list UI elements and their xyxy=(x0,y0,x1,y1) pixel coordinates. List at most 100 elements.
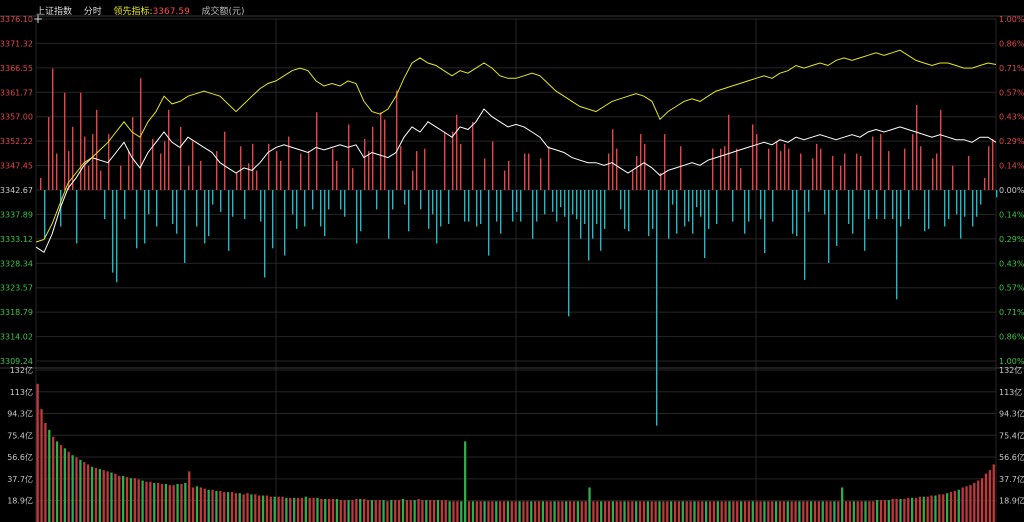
volume-bar xyxy=(844,501,848,522)
diff-bar xyxy=(796,190,798,237)
volume-bar xyxy=(654,501,657,522)
volume-bar xyxy=(483,501,486,522)
volume-bar xyxy=(860,501,863,522)
diff-bar xyxy=(56,153,58,190)
volume-bar xyxy=(852,501,855,522)
diff-bar xyxy=(480,190,482,225)
volume-bar xyxy=(980,478,984,522)
diff-bar xyxy=(500,190,502,234)
volume-bar xyxy=(471,501,475,522)
volume-bar xyxy=(304,496,307,522)
y-tick-left: 3309.24 xyxy=(0,357,33,366)
volume-bar xyxy=(825,501,828,522)
volume-bar xyxy=(751,501,754,522)
diff-bar xyxy=(784,143,786,190)
volume-bar xyxy=(934,495,937,522)
diff-bar xyxy=(716,190,718,225)
volume-tick-left: 113亿 xyxy=(10,387,33,397)
volume-bar xyxy=(79,459,82,522)
volume-tick-left: 132亿 xyxy=(10,365,33,375)
y-tick-right: 0.43% xyxy=(999,113,1024,122)
volume-bar xyxy=(530,501,533,522)
volume-bar xyxy=(732,501,735,522)
volume-tick-right: 18.9亿 xyxy=(999,496,1024,506)
volume-bar xyxy=(945,493,949,522)
mode-label[interactable]: 分时 xyxy=(84,7,102,17)
volume-bar xyxy=(642,501,646,522)
diff-bar xyxy=(808,190,810,212)
diff-bar xyxy=(276,151,278,190)
diff-bar xyxy=(196,190,198,227)
volume-bar xyxy=(110,472,113,522)
volume-bar xyxy=(479,501,482,522)
volume-bar xyxy=(355,498,358,522)
volume-bar xyxy=(199,487,203,522)
volume-bar xyxy=(98,469,101,522)
volume-bar xyxy=(63,448,66,522)
y-tick-left: 3361.77 xyxy=(0,88,33,97)
volume-tick-right: 132亿 xyxy=(999,365,1022,375)
time-share-chart[interactable]: 3376.10 1.00% 3371.32 0.86% 3366.55 0.71% 3361… xyxy=(0,0,1024,522)
diff-bar xyxy=(320,190,322,227)
diff-bar xyxy=(304,190,306,227)
volume-bar xyxy=(211,489,214,522)
y-tick-left: 3323.57 xyxy=(0,284,33,293)
volume-bar xyxy=(359,498,362,522)
diff-bar xyxy=(612,129,614,190)
volume-bar xyxy=(720,501,723,522)
volume-bar xyxy=(401,498,405,522)
leading-value: 3367.59 xyxy=(152,7,190,17)
axis-ticks: 3376.10 1.00% 3371.32 0.86% 3366.55 0.71% 3361… xyxy=(0,15,1024,506)
volume-bar xyxy=(83,462,86,522)
diff-bar xyxy=(224,131,226,190)
diff-bar xyxy=(96,109,98,190)
diff-bar xyxy=(180,126,182,190)
volume-bar xyxy=(541,501,545,522)
diff-bar xyxy=(536,190,538,222)
diff-bar xyxy=(624,190,626,229)
diff-bar xyxy=(428,190,430,229)
volume-tick-right: 113亿 xyxy=(999,387,1022,397)
diff-bar xyxy=(220,190,222,212)
volume-bar xyxy=(188,471,191,522)
diff-bar xyxy=(740,168,742,190)
diff-bar xyxy=(492,141,494,190)
volume-bar xyxy=(646,501,649,522)
diff-bar xyxy=(212,190,214,205)
volume-bar xyxy=(864,501,867,522)
diff-bar xyxy=(912,134,914,190)
volume-bar xyxy=(938,494,941,522)
diff-bar xyxy=(508,160,510,190)
diff-bar xyxy=(668,190,670,239)
diff-bar xyxy=(836,190,838,246)
diff-bar xyxy=(284,190,286,256)
volume-bar xyxy=(522,501,525,522)
volume-bar xyxy=(786,501,789,522)
diff-bar xyxy=(188,165,190,190)
volume-bar xyxy=(106,471,109,522)
diff-bar xyxy=(380,112,382,190)
volume-bar xyxy=(553,501,556,522)
diff-bar xyxy=(248,163,250,190)
diff-bar xyxy=(200,160,202,190)
diff-bar xyxy=(368,151,370,190)
volume-bar xyxy=(87,464,90,522)
diff-bar xyxy=(940,109,942,190)
diff-bar xyxy=(484,158,486,190)
diff-bar xyxy=(256,170,258,190)
volume-bar xyxy=(988,470,992,522)
volume-bar xyxy=(347,500,350,522)
volume-bar xyxy=(619,501,622,522)
diff-bar xyxy=(664,134,666,190)
diff-bar xyxy=(980,190,982,205)
volume-bar xyxy=(374,500,377,522)
diff-bar xyxy=(556,190,558,222)
volume-bar xyxy=(285,497,288,522)
diff-bar xyxy=(916,104,918,190)
volume-bar xyxy=(973,482,976,522)
volume-bar xyxy=(122,475,125,522)
volume-bar xyxy=(436,500,440,522)
volume-bar xyxy=(230,492,234,522)
volume-bar xyxy=(821,501,824,522)
volume-bar xyxy=(557,501,560,522)
